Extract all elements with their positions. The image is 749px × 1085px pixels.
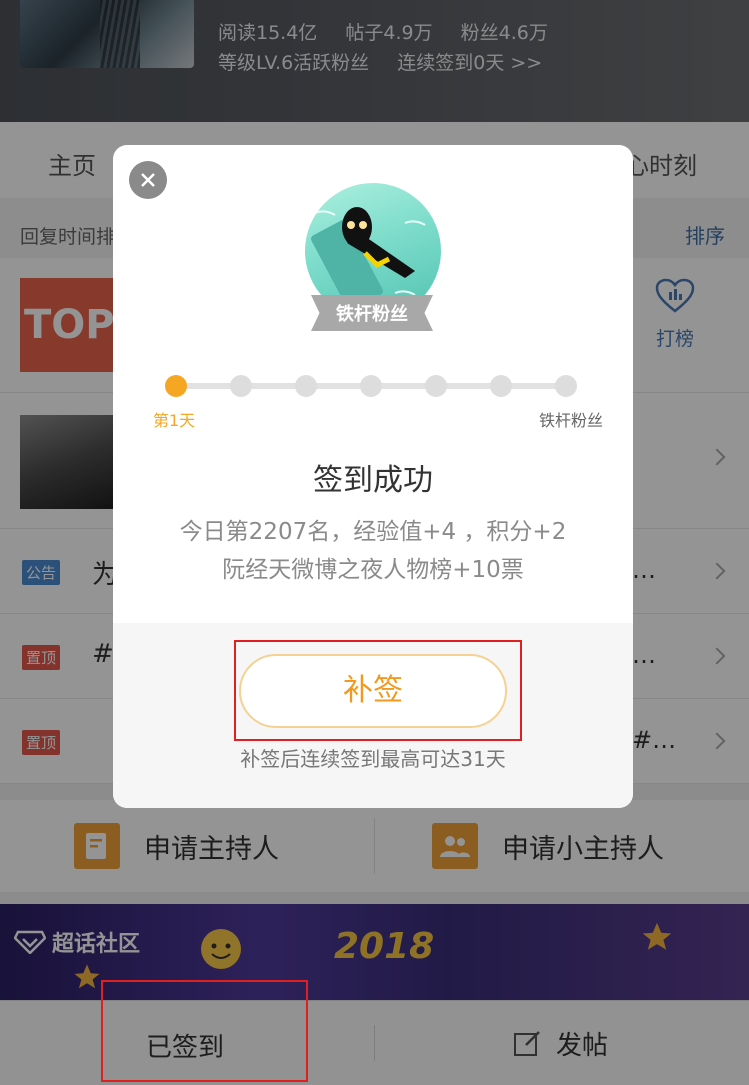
progress-step-4	[360, 375, 382, 397]
success-title: 签到成功	[313, 463, 433, 498]
rank-reward-text: 今日第2207名，经验值+4 ，积分+2	[179, 519, 567, 545]
progress-end-label: 铁杆粉丝	[538, 411, 603, 430]
progress-step-3	[295, 375, 317, 397]
close-button[interactable]	[129, 161, 167, 199]
badge-ribbon: 铁杆粉丝	[311, 295, 433, 331]
progress-step-1	[165, 375, 187, 397]
highlight-box	[101, 980, 308, 1082]
vote-reward-text: 阮经天微博之夜人物榜+10票	[222, 557, 524, 583]
resign-note: 补签后连续签到最高可达31天	[240, 747, 506, 771]
checkin-progress	[165, 374, 581, 398]
close-icon	[141, 173, 155, 187]
highlight-box	[234, 640, 522, 741]
progress-step-6	[490, 375, 512, 397]
fan-level-badge: 铁杆粉丝	[303, 183, 443, 333]
badge-label: 铁杆粉丝	[336, 304, 408, 325]
progress-step-7	[555, 375, 577, 397]
progress-start-label: 第1天	[153, 411, 196, 430]
progress-step-5	[425, 375, 447, 397]
progress-step-2	[230, 375, 252, 397]
checkin-info: 今日第2207名，经验值+4 ，积分+2 阮经天微博之夜人物榜+10票	[113, 513, 633, 589]
